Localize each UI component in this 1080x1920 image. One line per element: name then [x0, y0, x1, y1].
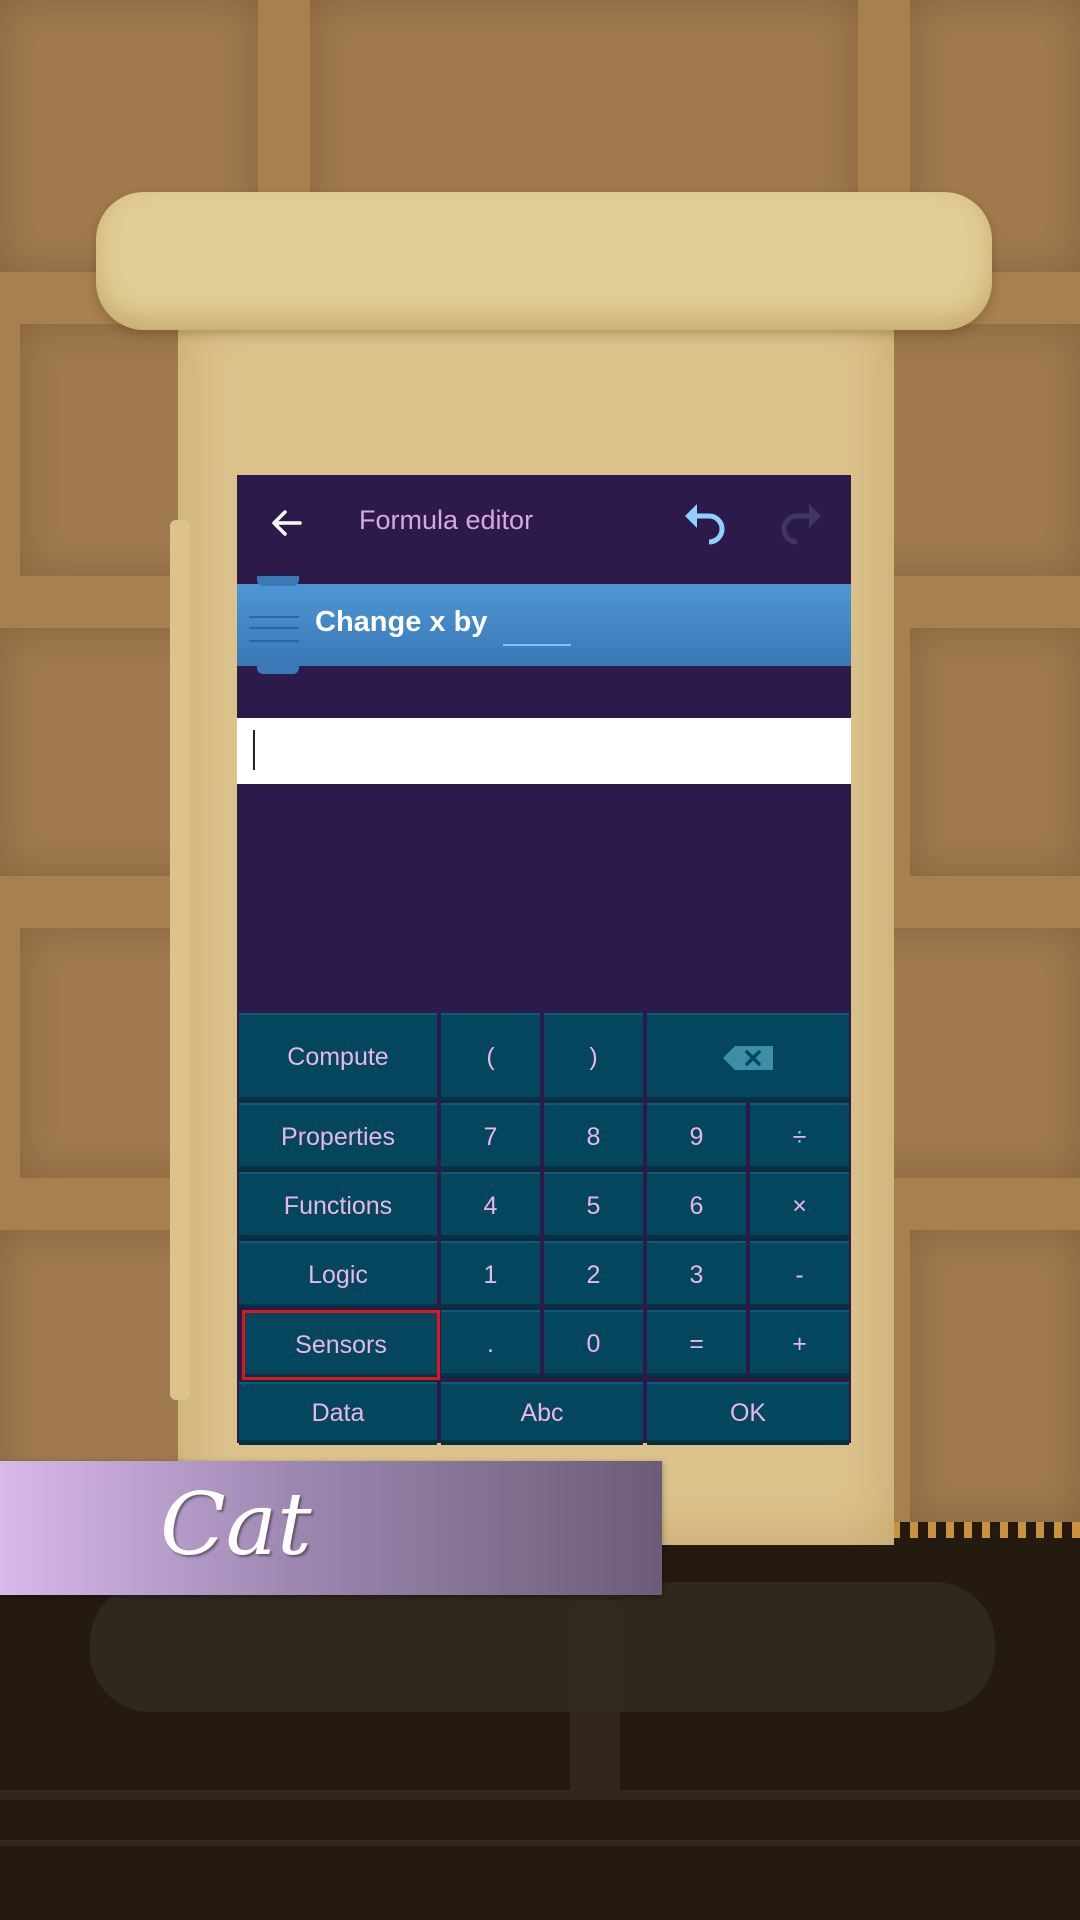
scroll-roll-top: [96, 192, 992, 330]
sprite-name-banner: Cat: [0, 1461, 662, 1595]
undo-button[interactable]: [677, 497, 733, 549]
toolbar: Formula editor: [237, 475, 851, 572]
redo-icon: [781, 504, 821, 545]
plus-key[interactable]: +: [750, 1310, 849, 1376]
divide-key[interactable]: ÷: [750, 1103, 849, 1169]
brick-notch-bottom: [257, 664, 299, 674]
brick-notch-top: [257, 576, 299, 586]
sensors-button[interactable]: Sensors: [242, 1310, 440, 1380]
digit-3-key[interactable]: 3: [647, 1241, 746, 1307]
arrow-left-icon: [272, 510, 302, 536]
digit-8-key[interactable]: 8: [544, 1103, 643, 1169]
backspace-icon: [723, 1045, 773, 1070]
minus-key[interactable]: -: [750, 1241, 849, 1307]
close-paren-key[interactable]: ): [544, 1013, 643, 1100]
compute-button[interactable]: Compute: [239, 1013, 437, 1100]
backspace-button[interactable]: [647, 1013, 849, 1100]
multiply-key[interactable]: ×: [750, 1172, 849, 1238]
properties-button[interactable]: Properties: [239, 1103, 437, 1169]
parchment-edge: [170, 520, 190, 1400]
brick-handle-icon: [249, 616, 299, 642]
page-title: Formula editor: [359, 505, 534, 535]
brick-label: Change x by: [315, 606, 488, 638]
ok-button[interactable]: OK: [647, 1382, 849, 1443]
floor-line: [0, 1790, 1080, 1800]
wall-brick: [910, 628, 1080, 876]
sprite-name: Cat: [160, 1475, 312, 1575]
formula-input[interactable]: [237, 718, 851, 784]
digit-7-key[interactable]: 7: [441, 1103, 540, 1169]
data-button[interactable]: Data: [239, 1382, 437, 1443]
equals-key[interactable]: =: [647, 1310, 746, 1376]
abc-button[interactable]: Abc: [441, 1382, 643, 1443]
back-button[interactable]: [261, 497, 313, 549]
open-paren-key[interactable]: (: [441, 1013, 540, 1100]
formula-editor-dialog: Formula editor Change x by Compute ( ) P…: [237, 475, 851, 1443]
text-cursor: [253, 730, 255, 770]
digit-4-key[interactable]: 4: [441, 1172, 540, 1238]
undo-icon: [685, 504, 725, 545]
digit-9-key[interactable]: 9: [647, 1103, 746, 1169]
redo-button[interactable]: [773, 497, 829, 549]
digit-2-key[interactable]: 2: [544, 1241, 643, 1307]
brick-value-slot[interactable]: [503, 644, 571, 646]
change-x-brick[interactable]: Change x by: [237, 576, 851, 674]
logic-button[interactable]: Logic: [239, 1241, 437, 1307]
scroll-roll-bottom: [90, 1582, 995, 1712]
digit-1-key[interactable]: 1: [441, 1241, 540, 1307]
floor-line: [0, 1840, 1080, 1846]
digit-0-key[interactable]: 0: [544, 1310, 643, 1376]
digit-5-key[interactable]: 5: [544, 1172, 643, 1238]
digit-6-key[interactable]: 6: [647, 1172, 746, 1238]
decimal-key[interactable]: .: [441, 1310, 540, 1376]
formula-keypad: Compute ( ) Properties 7 8 9 ÷ Functions…: [237, 1013, 851, 1443]
functions-button[interactable]: Functions: [239, 1172, 437, 1238]
wall-brick: [910, 1230, 1080, 1522]
